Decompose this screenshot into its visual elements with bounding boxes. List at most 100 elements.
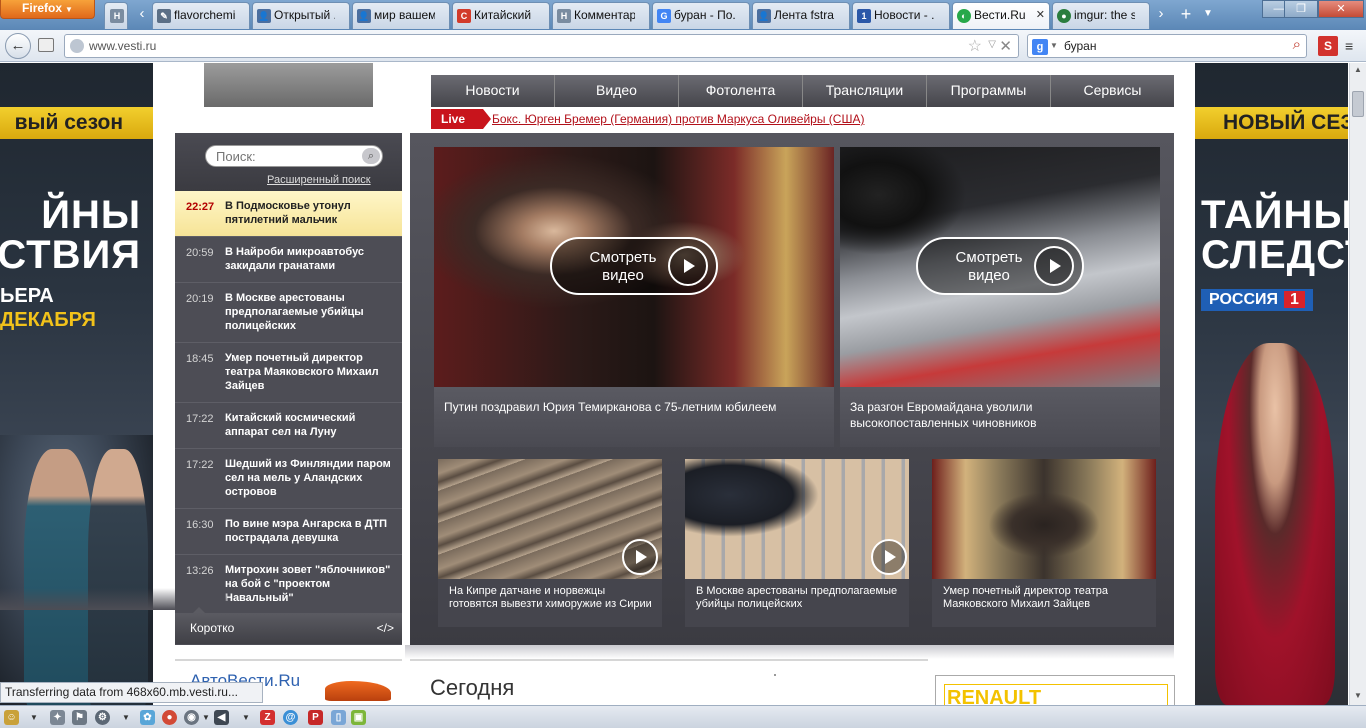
embed-code-icon[interactable]: </> — [377, 621, 394, 635]
addon-icon[interactable]: ▣ — [351, 710, 366, 725]
addon-icon[interactable]: ● — [162, 710, 177, 725]
news-item[interactable]: 16:30 По вине мэра Ангарска в ДТП постра… — [175, 509, 402, 555]
history-dropdown-icon[interactable]: ▽ — [988, 39, 996, 50]
news-item[interactable]: 20:59 В Найроби микроавтобус закидали гр… — [175, 237, 402, 283]
addon-icon[interactable]: ⚑ — [72, 710, 87, 725]
browser-tab[interactable]: Н Комментар... — [552, 2, 650, 29]
news-item[interactable]: 17:22 Китайский космический аппарат сел … — [175, 403, 402, 449]
chevron-down-icon[interactable]: ▼ — [30, 710, 38, 725]
browser-tab[interactable]: 👤 Лента fstra... — [752, 2, 850, 29]
tab-scroll-right-button[interactable]: › — [1154, 4, 1168, 24]
play-icon[interactable] — [622, 539, 658, 575]
watch-video-button[interactable]: Смотреть видео — [550, 237, 718, 295]
google-icon[interactable]: g — [1032, 39, 1048, 55]
gear-icon[interactable]: ⚙ — [95, 710, 110, 725]
addon-icon[interactable]: ☺ — [4, 710, 19, 725]
advanced-search-link[interactable]: Расширенный поиск — [267, 174, 371, 186]
menu-services[interactable]: Сервисы — [1051, 75, 1174, 107]
menu-icon[interactable]: ≡ — [1345, 38, 1353, 54]
vertical-scrollbar[interactable]: ▲ ▼ — [1349, 63, 1366, 705]
url-text[interactable]: www.vesti.ru — [89, 39, 156, 53]
video-caption[interactable]: Умер почетный директор театра Маяковског… — [932, 579, 1156, 627]
video-thumbnail[interactable] — [932, 459, 1156, 579]
news-headline[interactable]: Митрохин зовет "яблочников" на бой с "пр… — [225, 563, 395, 605]
scroll-up-icon[interactable]: ▲ — [1352, 65, 1364, 77]
menu-video[interactable]: Видео — [555, 75, 679, 107]
addon-icon[interactable]: ◉ — [184, 710, 199, 725]
tab-scroll-left-button[interactable]: ‹ — [134, 4, 150, 24]
video-caption[interactable]: За разгон Евромайдана уволили высокопост… — [840, 387, 1160, 447]
addon-icon[interactable]: ✿ — [140, 710, 155, 725]
site-identity-icon[interactable] — [70, 39, 84, 53]
news-item[interactable]: 17:22 Шедший из Финляндии паром сел на м… — [175, 449, 402, 509]
video-card[interactable]: В Москве арестованы предполагаемые убийц… — [685, 459, 909, 627]
brief-link[interactable]: Коротко — [190, 621, 234, 635]
video-card[interactable]: Умер почетный директор театра Маяковског… — [932, 459, 1156, 627]
news-item[interactable]: 20:19 В Москве арестованы предполагаемые… — [175, 283, 402, 343]
list-all-tabs-button[interactable]: ▼ — [1200, 4, 1216, 24]
restore-button[interactable]: ❐ — [1284, 0, 1318, 18]
chevron-down-icon[interactable]: ▼ — [202, 710, 210, 725]
browser-tab[interactable]: 👤 мир вашем... — [352, 2, 450, 29]
search-icon[interactable]: ⌕ — [1293, 36, 1301, 53]
site-search-input[interactable] — [216, 148, 346, 164]
video-caption[interactable]: На Кипре датчане и норвежцы готовятся вы… — [438, 579, 662, 627]
bookmark-star-icon[interactable]: ☆ — [968, 36, 982, 56]
close-window-button[interactable]: ✕ — [1318, 0, 1364, 18]
stop-icon[interactable]: ✕ — [999, 37, 1012, 55]
video-card[interactable]: На Кипре датчане и норвежцы готовятся вы… — [438, 459, 662, 627]
news-item[interactable]: 22:27 В Подмосковье утонул пятилетний ма… — [175, 191, 402, 237]
browser-tab[interactable]: ✎ flavorchemi... — [152, 2, 250, 29]
menu-news[interactable]: Новости — [431, 75, 555, 107]
site-logo[interactable] — [204, 63, 373, 107]
right-banner-ad[interactable]: НОВЫЙ СЕЗ ТАЙНЫ СЛЕДСТВ РОССИЯ1 — [1195, 63, 1348, 705]
play-icon[interactable] — [871, 539, 907, 575]
video-caption[interactable]: В Москве арестованы предполагаемые убийц… — [685, 579, 909, 627]
scroll-down-icon[interactable]: ▼ — [1352, 691, 1364, 703]
chevron-down-icon[interactable]: ▼ — [1050, 41, 1058, 50]
addon-icon[interactable]: Z — [260, 710, 275, 725]
browser-tab[interactable]: ● imgur: the s... — [1052, 2, 1150, 29]
browser-tab-active[interactable]: ◐ Вести.Ru ✕ — [952, 2, 1050, 29]
chevron-down-icon[interactable]: ▼ — [122, 710, 130, 725]
news-headline[interactable]: По вине мэра Ангарска в ДТП пострадала д… — [225, 517, 395, 545]
scrollbar-thumb[interactable] — [1352, 91, 1364, 117]
menu-broadcasts[interactable]: Трансляции — [803, 75, 927, 107]
tab-close-icon[interactable]: ✕ — [1036, 3, 1045, 28]
addon-icon[interactable]: ▯ — [331, 710, 346, 725]
news-headline[interactable]: Шедший из Финляндии паром сел на мель у … — [225, 457, 395, 499]
addon-s-button[interactable]: S — [1318, 36, 1338, 56]
watch-video-button[interactable]: Смотреть видео — [916, 237, 1084, 295]
news-item[interactable]: 18:45 Умер почетный директор театра Маяк… — [175, 343, 402, 403]
chevron-down-icon[interactable]: ▼ — [242, 710, 250, 725]
search-query[interactable]: буран — [1064, 39, 1096, 53]
menu-programs[interactable]: Программы — [927, 75, 1051, 107]
new-tab-button[interactable]: + — [1176, 4, 1196, 24]
featured-video[interactable]: Смотреть видео Путин поздравил Юрия Теми… — [434, 147, 834, 447]
browser-tab[interactable]: C Китайский ... — [452, 2, 550, 29]
renault-ad[interactable]: RENAULT — [935, 675, 1175, 705]
menu-photo[interactable]: Фотолента — [679, 75, 803, 107]
addon-icon[interactable]: ✦ — [50, 710, 65, 725]
bookmarks-icon[interactable] — [38, 38, 54, 52]
live-headline-link[interactable]: Бокс. Юрген Бремер (Германия) против Мар… — [492, 112, 864, 126]
url-bar[interactable]: www.vesti.ru ☆ ▽ ✕ — [64, 34, 1019, 58]
news-headline[interactable]: В Найроби микроавтобус закидали гранатам… — [225, 245, 395, 273]
news-headline[interactable]: Умер почетный директор театра Маяковског… — [225, 351, 395, 393]
search-icon[interactable]: ⌕ — [362, 148, 380, 164]
news-headline[interactable]: В Подмосковье утонул пятилетний мальчик — [225, 199, 395, 227]
video-caption[interactable]: Путин поздравил Юрия Темирканова с 75-ле… — [434, 387, 834, 447]
browser-tab[interactable]: 👤 Открытый ... — [252, 2, 350, 29]
back-button[interactable]: ← — [5, 33, 31, 59]
search-bar[interactable]: g ▼ буран ⌕ — [1027, 34, 1307, 58]
addon-icon[interactable]: P — [308, 710, 323, 725]
browser-tab[interactable]: 1 Новости - ... — [852, 2, 950, 29]
mute-icon[interactable]: ◀ — [214, 710, 229, 725]
news-headline[interactable]: В Москве арестованы предполагаемые убийц… — [225, 291, 395, 333]
featured-video[interactable]: Смотреть видео За разгон Евромайдана уво… — [840, 147, 1160, 447]
browser-tab[interactable]: G буран - По... — [652, 2, 750, 29]
news-headline[interactable]: Китайский космический аппарат сел на Лун… — [225, 411, 395, 439]
addon-icon[interactable]: @ — [283, 710, 298, 725]
browser-tab[interactable]: Н — [104, 2, 128, 29]
firefox-menu-button[interactable]: Firefox ▼ — [0, 0, 95, 19]
